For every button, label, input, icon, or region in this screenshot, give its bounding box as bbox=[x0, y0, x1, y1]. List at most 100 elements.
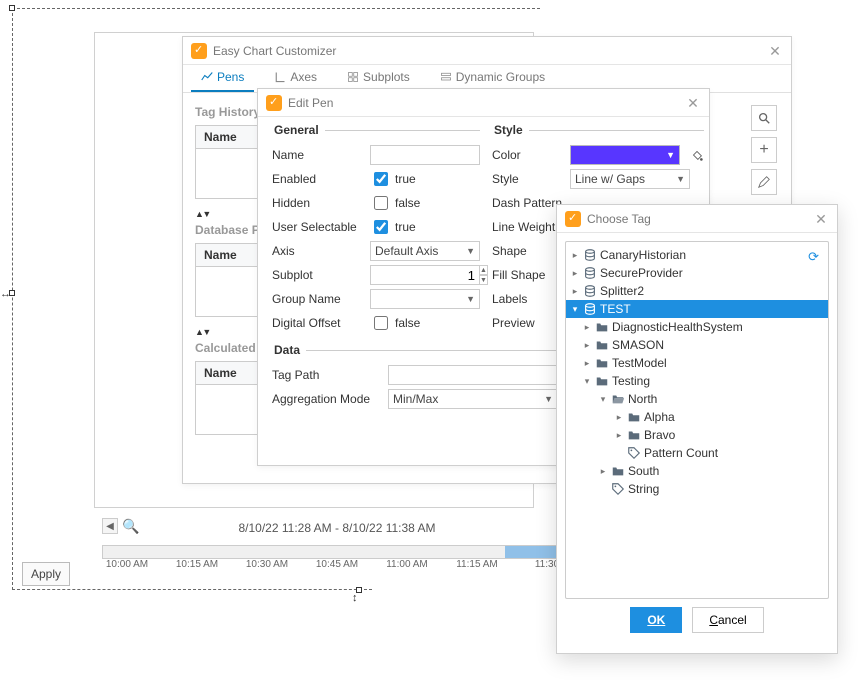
tag-icon bbox=[626, 446, 642, 460]
folder-icon bbox=[626, 428, 642, 442]
edit-button[interactable] bbox=[751, 169, 777, 195]
chevron-down-icon: ▼ bbox=[466, 294, 475, 304]
tree-node[interactable]: ▸ SMASON bbox=[566, 336, 828, 354]
paint-bucket-icon[interactable] bbox=[690, 148, 704, 162]
tree-node-label: CanaryHistorian bbox=[600, 248, 686, 262]
subplot-spinner[interactable]: ▲▼ bbox=[370, 265, 480, 285]
tree-node[interactable]: ▸ TestModel bbox=[566, 354, 828, 372]
subplot-label: Subplot bbox=[272, 268, 364, 282]
agg-mode-select[interactable]: Min/Max▼ bbox=[388, 389, 558, 409]
spin-up[interactable]: ▲ bbox=[480, 265, 488, 275]
tree-twisty-icon[interactable]: ▾ bbox=[582, 376, 592, 387]
tree-node[interactable]: String bbox=[566, 480, 828, 498]
tag-icon bbox=[610, 482, 626, 496]
tree-node-label: North bbox=[628, 392, 657, 406]
app-logo-icon bbox=[266, 95, 282, 111]
dialog-title: Edit Pen bbox=[288, 96, 679, 110]
close-icon[interactable]: ✕ bbox=[813, 211, 829, 227]
folder-icon bbox=[594, 374, 610, 388]
spin-down[interactable]: ▼ bbox=[480, 275, 488, 285]
app-logo-icon bbox=[191, 43, 207, 59]
chevron-down-icon: ▼ bbox=[676, 174, 685, 184]
timeline: ◀ 🔍 8/10/22 11:28 AM - 8/10/22 11:38 AM … bbox=[102, 515, 572, 585]
subplot-input[interactable] bbox=[370, 265, 480, 285]
style-select[interactable]: Line w/ Gaps▼ bbox=[570, 169, 690, 189]
tree-twisty-icon[interactable]: ▸ bbox=[614, 412, 624, 423]
close-icon[interactable]: ✕ bbox=[685, 95, 701, 111]
tree-twisty-icon[interactable]: ▸ bbox=[582, 322, 592, 333]
tree-node[interactable]: ▾TEST bbox=[566, 300, 828, 318]
tree-node[interactable]: ▸ Bravo bbox=[566, 426, 828, 444]
tree-twisty-icon[interactable]: ▸ bbox=[570, 286, 580, 297]
ok-button[interactable]: OK bbox=[630, 607, 682, 633]
app-logo-icon bbox=[565, 211, 581, 227]
tree-node-label: Splitter2 bbox=[600, 284, 644, 298]
chevron-down-icon: ▼ bbox=[666, 150, 675, 160]
search-button[interactable] bbox=[751, 105, 777, 131]
tag-path-label: Tag Path bbox=[272, 368, 382, 382]
fill-shape-label: Fill Shape bbox=[492, 268, 564, 282]
add-button[interactable]: + bbox=[751, 137, 777, 163]
tree-twisty-icon[interactable]: ▸ bbox=[582, 340, 592, 351]
tag-tree[interactable]: ▸ CanaryHistorian ▸ SecureProvider ▸ Splitter… bbox=[565, 241, 829, 599]
tree-node-label: SMASON bbox=[612, 338, 664, 352]
tree-node-label: Pattern Count bbox=[644, 446, 718, 460]
choose-tag-dialog: Choose Tag ✕ ⟳ ▸CanaryHistorian▸SecurePr… bbox=[556, 204, 838, 654]
hidden-checkbox[interactable] bbox=[374, 196, 388, 210]
tree-node[interactable]: ▾Testing bbox=[566, 372, 828, 390]
tree-node-label: TestModel bbox=[612, 356, 667, 370]
enabled-label: Enabled bbox=[272, 172, 364, 186]
style-label: Style bbox=[492, 172, 564, 186]
folder-icon bbox=[626, 410, 642, 424]
db-icon bbox=[582, 266, 598, 280]
tree-node[interactable]: ▸ CanaryHistorian bbox=[566, 246, 828, 264]
tree-twisty-icon[interactable]: ▸ bbox=[598, 466, 608, 477]
timeline-ticks: 10:00 AM10:15 AM10:30 AM10:45 AM11:00 AM… bbox=[92, 559, 582, 570]
timeline-range-label: 8/10/22 11:28 AM - 8/10/22 11:38 AM bbox=[102, 521, 572, 535]
close-icon[interactable]: ✕ bbox=[767, 43, 783, 59]
folder-icon bbox=[594, 338, 610, 352]
tree-twisty-icon[interactable]: ▸ bbox=[570, 268, 580, 279]
window-title: Easy Chart Customizer bbox=[213, 44, 761, 58]
tree-node[interactable]: ▸ SecureProvider bbox=[566, 264, 828, 282]
color-label: Color bbox=[492, 148, 564, 162]
tree-twisty-icon[interactable]: ▸ bbox=[582, 358, 592, 369]
axis-label: Axis bbox=[272, 244, 364, 258]
tab-pens[interactable]: Pens bbox=[191, 64, 254, 92]
tree-twisty-icon[interactable]: ▸ bbox=[570, 250, 580, 261]
tree-node[interactable]: ▸ Splitter2 bbox=[566, 282, 828, 300]
chevron-down-icon: ▼ bbox=[544, 394, 553, 404]
tree-node-label: SecureProvider bbox=[600, 266, 683, 280]
digital-offset-label: Digital Offset bbox=[272, 316, 364, 330]
dash-label: Dash Pattern bbox=[492, 196, 564, 210]
tree-node[interactable]: ▸ South bbox=[566, 462, 828, 480]
tree-node-label: DiagnosticHealthSystem bbox=[612, 320, 743, 334]
labels-label: Labels bbox=[492, 292, 564, 306]
hidden-label: Hidden bbox=[272, 196, 364, 210]
tree-twisty-icon[interactable]: ▾ bbox=[598, 394, 608, 405]
folder-icon bbox=[594, 356, 610, 370]
digital-offset-checkbox[interactable] bbox=[374, 316, 388, 330]
tree-node[interactable]: Pattern Count bbox=[566, 444, 828, 462]
tree-node[interactable]: ▸ DiagnosticHealthSystem bbox=[566, 318, 828, 336]
group-name-label: Group Name bbox=[272, 292, 364, 306]
db-icon bbox=[582, 248, 598, 262]
tree-node[interactable]: ▸ Alpha bbox=[566, 408, 828, 426]
name-input[interactable] bbox=[370, 145, 480, 165]
tree-node[interactable]: ▾ North bbox=[566, 390, 828, 408]
timeline-ruler[interactable] bbox=[102, 545, 572, 559]
folder-open-icon bbox=[610, 392, 626, 406]
group-name-select[interactable]: ▼ bbox=[370, 289, 480, 309]
tree-node-label: Alpha bbox=[644, 410, 675, 424]
tree-twisty-icon[interactable]: ▾ bbox=[570, 304, 580, 315]
user-selectable-checkbox[interactable] bbox=[374, 220, 388, 234]
cancel-button[interactable]: Cancel bbox=[692, 607, 763, 633]
tree-twisty-icon[interactable]: ▸ bbox=[614, 430, 624, 441]
color-picker[interactable]: ▼ bbox=[570, 145, 680, 165]
tree-node-label: South bbox=[628, 464, 659, 478]
enabled-checkbox[interactable] bbox=[374, 172, 388, 186]
tree-node-label: Bravo bbox=[644, 428, 675, 442]
apply-button[interactable]: Apply bbox=[22, 562, 70, 586]
axis-select[interactable]: Default Axis▼ bbox=[370, 241, 480, 261]
line-weight-label: Line Weight bbox=[492, 220, 564, 234]
